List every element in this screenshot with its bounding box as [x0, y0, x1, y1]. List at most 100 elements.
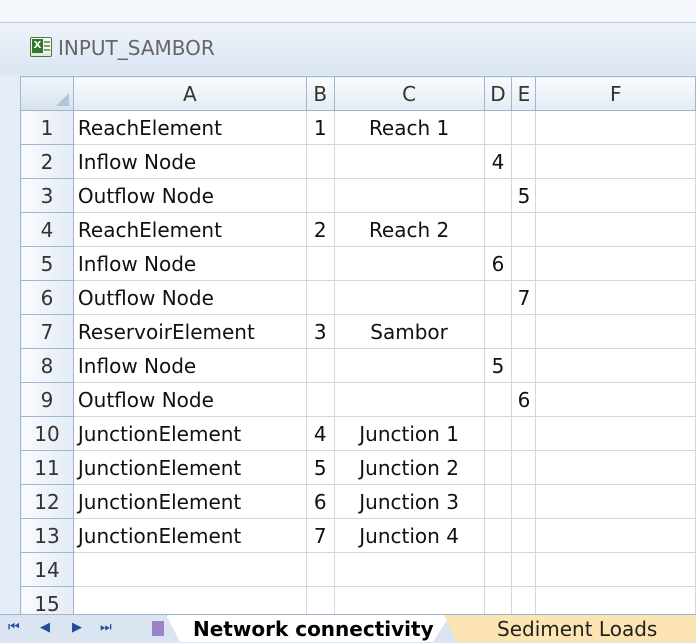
tab-sediment-loads[interactable]: Sediment Loads [443, 615, 696, 642]
cell-e[interactable]: 5 [511, 178, 537, 213]
cell-f[interactable] [535, 178, 696, 213]
cell-d[interactable] [483, 450, 513, 485]
row-header[interactable]: 11 [20, 450, 74, 485]
cell-f[interactable] [535, 212, 696, 247]
cell-b[interactable] [305, 382, 335, 417]
cell-e[interactable] [511, 212, 537, 247]
cell-c[interactable] [333, 382, 485, 417]
row-header[interactable]: 7 [20, 314, 74, 349]
cell-d[interactable] [483, 586, 513, 614]
window-titlebar[interactable]: INPUT_SAMBOR [0, 23, 696, 75]
cell-d[interactable] [483, 314, 513, 349]
cell-f[interactable] [535, 518, 696, 553]
cell-c[interactable] [333, 552, 485, 587]
cell-c[interactable]: Junction 2 [333, 450, 485, 485]
cell-a[interactable]: JunctionElement [72, 450, 307, 485]
first-sheet-icon[interactable]: ⏮ [8, 620, 20, 635]
row-header[interactable]: 2 [20, 144, 74, 179]
cell-e[interactable] [511, 416, 537, 451]
cell-f[interactable] [535, 280, 696, 315]
cell-d[interactable] [483, 416, 513, 451]
cell-c[interactable] [333, 586, 485, 614]
column-header-c[interactable]: C [333, 76, 485, 111]
cell-b[interactable]: 5 [305, 450, 335, 485]
cell-e[interactable]: 6 [511, 382, 537, 417]
cell-f[interactable] [535, 450, 696, 485]
cell-e[interactable] [511, 518, 537, 553]
column-header-e[interactable]: E [511, 76, 537, 111]
cell-b[interactable]: 3 [305, 314, 335, 349]
cell-c[interactable]: Reach 1 [333, 110, 485, 145]
cell-c[interactable]: Sambor [333, 314, 485, 349]
cell-b[interactable] [305, 144, 335, 179]
cell-d[interactable] [483, 484, 513, 519]
cell-b[interactable] [305, 586, 335, 614]
cell-f[interactable] [535, 484, 696, 519]
row-header[interactable]: 6 [20, 280, 74, 315]
cell-b[interactable] [305, 178, 335, 213]
cell-d[interactable] [483, 382, 513, 417]
cell-d[interactable]: 6 [483, 246, 513, 281]
cell-b[interactable] [305, 246, 335, 281]
cell-d[interactable] [483, 552, 513, 587]
cell-f[interactable] [535, 314, 696, 349]
cell-e[interactable] [511, 586, 537, 614]
column-header-a[interactable]: A [72, 76, 307, 111]
cell-f[interactable] [535, 382, 696, 417]
cell-a[interactable] [72, 586, 307, 614]
cell-c[interactable]: Junction 1 [333, 416, 485, 451]
cell-f[interactable] [535, 110, 696, 145]
cell-a[interactable]: Outflow Node [72, 280, 307, 315]
cell-c[interactable] [333, 280, 485, 315]
cell-c[interactable]: Junction 3 [333, 484, 485, 519]
row-header[interactable]: 8 [20, 348, 74, 383]
cell-c[interactable]: Junction 4 [333, 518, 485, 553]
cell-d[interactable]: 4 [483, 144, 513, 179]
cell-f[interactable] [535, 586, 696, 614]
cell-c[interactable] [333, 348, 485, 383]
cell-c[interactable]: Reach 2 [333, 212, 485, 247]
row-header[interactable]: 12 [20, 484, 74, 519]
tab-network-connectivity[interactable]: Network connectivity [166, 615, 450, 642]
row-header[interactable]: 3 [20, 178, 74, 213]
cell-a[interactable]: JunctionElement [72, 484, 307, 519]
cell-b[interactable] [305, 348, 335, 383]
row-header[interactable]: 10 [20, 416, 74, 451]
last-sheet-icon[interactable]: ⏭ [100, 620, 112, 635]
prev-sheet-icon[interactable]: ◀ [40, 620, 50, 635]
cell-b[interactable]: 2 [305, 212, 335, 247]
cell-c[interactable] [333, 178, 485, 213]
cell-f[interactable] [535, 246, 696, 281]
cell-f[interactable] [535, 144, 696, 179]
cell-b[interactable]: 4 [305, 416, 335, 451]
cell-b[interactable] [305, 552, 335, 587]
cell-a[interactable]: JunctionElement [72, 518, 307, 553]
cell-a[interactable]: ReservoirElement [72, 314, 307, 349]
row-header[interactable]: 5 [20, 246, 74, 281]
cell-e[interactable] [511, 552, 537, 587]
cell-c[interactable] [333, 144, 485, 179]
cell-a[interactable]: Outflow Node [72, 178, 307, 213]
cell-e[interactable] [511, 450, 537, 485]
cell-b[interactable]: 6 [305, 484, 335, 519]
row-header[interactable]: 4 [20, 212, 74, 247]
row-header[interactable]: 15 [20, 586, 74, 614]
cell-a[interactable]: Outflow Node [72, 382, 307, 417]
cell-d[interactable] [483, 280, 513, 315]
cell-e[interactable] [511, 144, 537, 179]
cell-a[interactable]: JunctionElement [72, 416, 307, 451]
cell-a[interactable]: ReachElement [72, 212, 307, 247]
cell-e[interactable] [511, 110, 537, 145]
cell-f[interactable] [535, 416, 696, 451]
cell-f[interactable] [535, 552, 696, 587]
row-header[interactable]: 13 [20, 518, 74, 553]
row-header[interactable]: 1 [20, 110, 74, 145]
column-header-f[interactable]: F [535, 76, 696, 111]
column-header-b[interactable]: B [305, 76, 335, 111]
cell-d[interactable] [483, 178, 513, 213]
cell-d[interactable]: 5 [483, 348, 513, 383]
cell-e[interactable] [511, 484, 537, 519]
next-sheet-icon[interactable]: ▶ [72, 620, 82, 635]
column-header-d[interactable]: D [483, 76, 513, 111]
cell-a[interactable] [72, 552, 307, 587]
